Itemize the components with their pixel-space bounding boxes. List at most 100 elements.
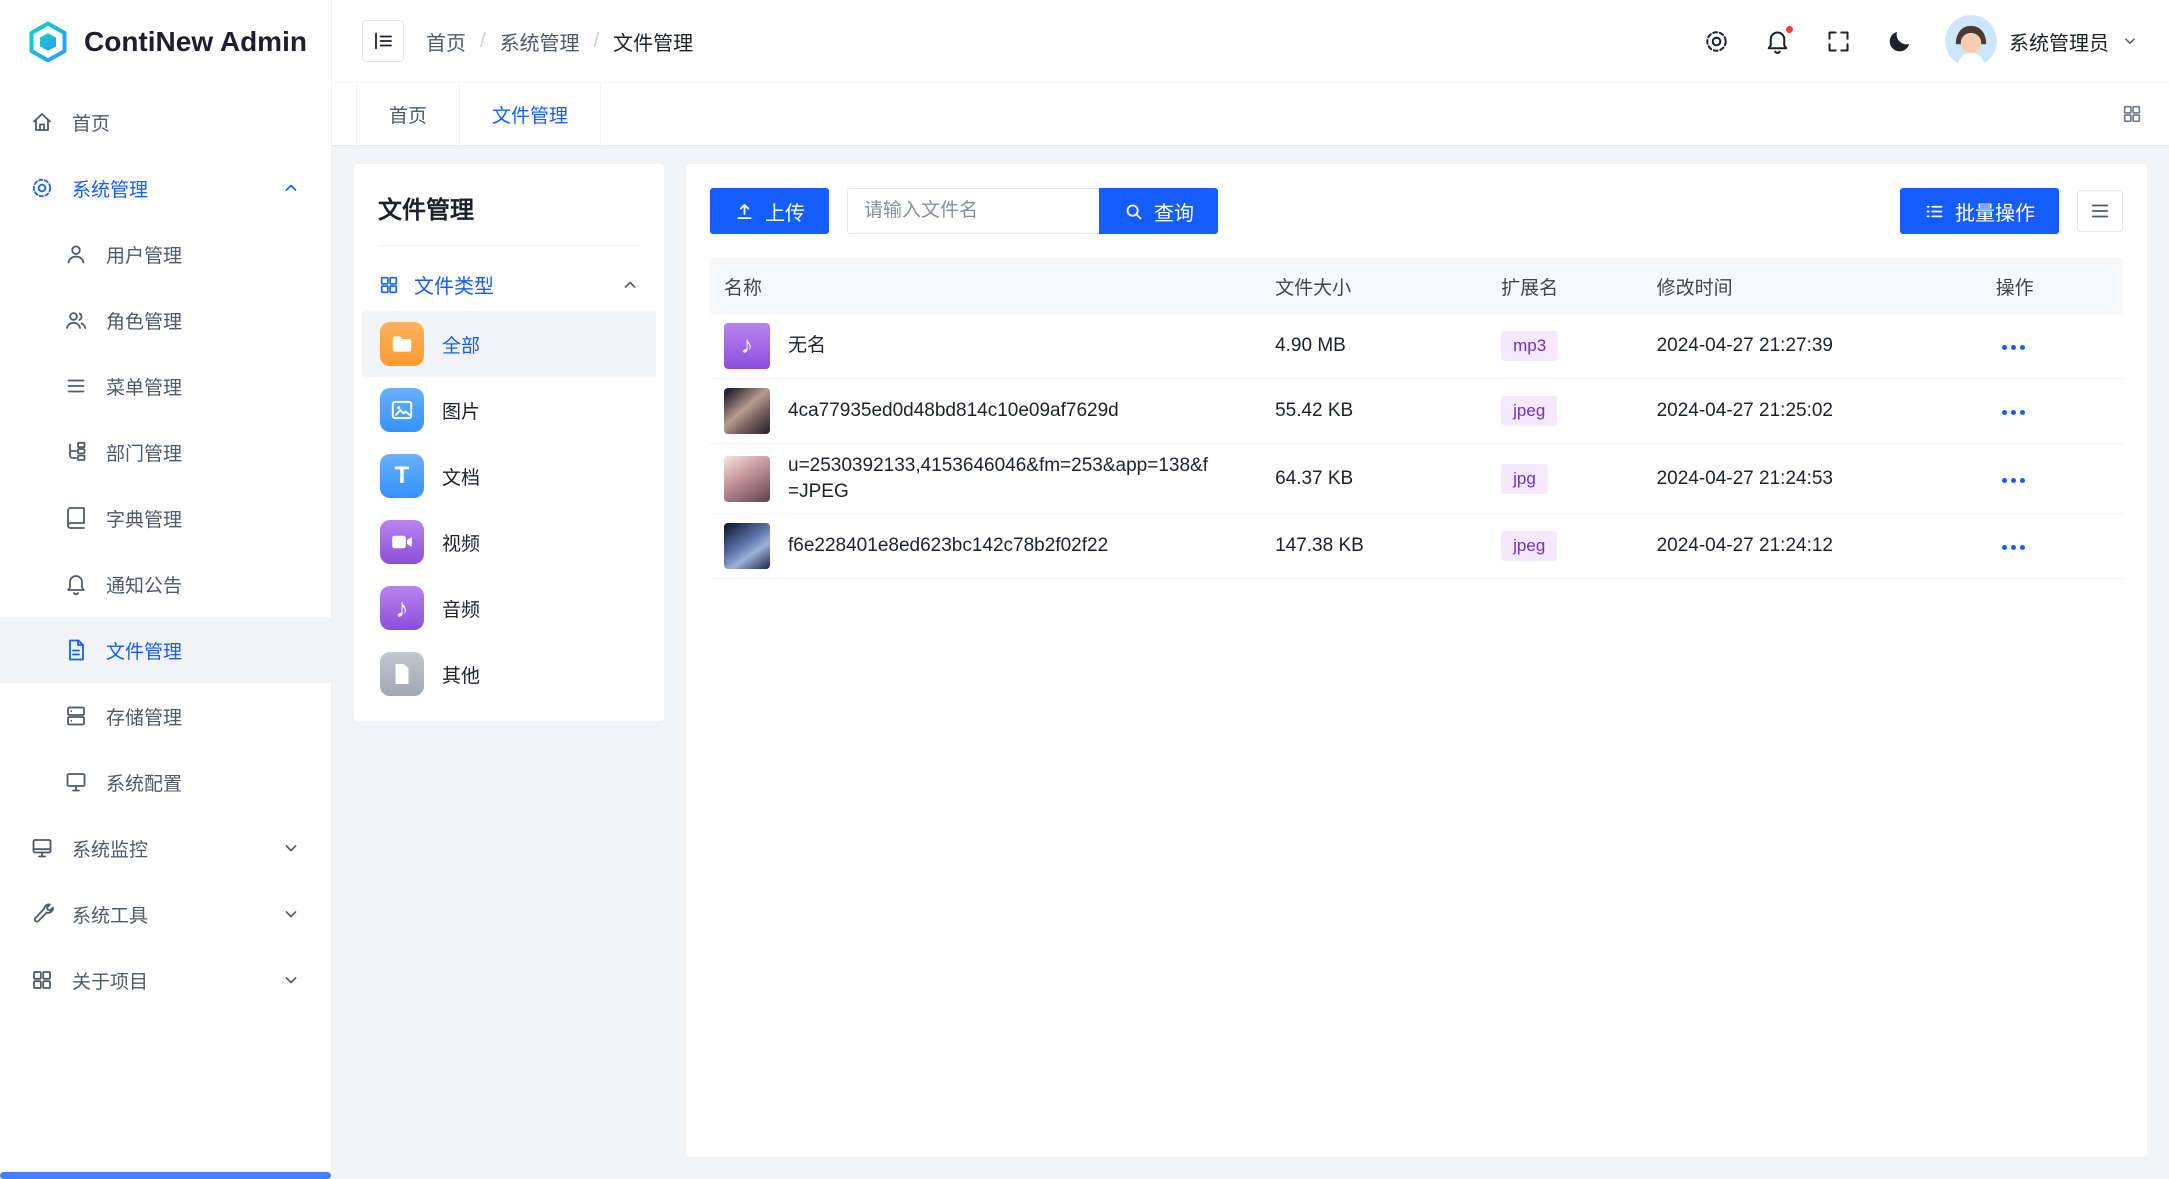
breadcrumb-separator: / [480,30,486,53]
file-type-audio[interactable]: ♪ 音频 [362,575,656,641]
sidebar-item-menus[interactable]: 菜单管理 [0,353,331,419]
notification-bell-icon[interactable] [1764,28,1791,55]
file-type-group-toggle[interactable]: 文件类型 [378,270,640,299]
monitor-pulse-icon [30,836,54,860]
sidebar-scrollbar[interactable] [0,1172,331,1179]
breadcrumb-item[interactable]: 系统管理 [500,27,580,56]
file-type-label: 文档 [442,463,480,490]
row-more-actions-icon[interactable] [1996,402,2031,423]
sidebar-item-storage[interactable]: 存储管理 [0,683,331,749]
gear-icon [30,176,54,200]
chevron-down-icon [281,904,301,924]
batch-operations-button[interactable]: 批量操作 [1900,188,2059,234]
upload-button-label: 上传 [765,197,805,226]
chevron-down-icon [281,970,301,990]
file-type-label: 全部 [442,331,480,358]
search-button[interactable]: 查询 [1099,188,1218,234]
row-more-actions-icon[interactable] [1996,537,2031,558]
table-row[interactable]: 4ca77935ed0d48bd814c10e09af7629d 55.42 K… [710,379,2123,444]
list-icon [64,374,88,398]
app-logo[interactable]: ContiNew Admin [0,0,331,83]
column-header-name: 名称 [710,258,1261,314]
batch-operations-label: 批量操作 [1955,197,2035,226]
table-row[interactable]: f6e228401e8ed623bc142c78b2f02f22 147.38 … [710,514,2123,579]
table-row[interactable]: u=2530392133,4153646046&fm=253&app=138&f… [710,444,2123,514]
tab-home[interactable]: 首页 [356,83,460,145]
sidebar-collapse-button[interactable] [362,20,404,62]
modified-time: 2024-04-27 21:27:39 [1643,314,1982,379]
user-name: 系统管理员 [2009,27,2109,56]
sidebar-item-system-tools[interactable]: 系统工具 [0,881,331,947]
file-name: u=2530392133,4153646046&fm=253&app=138&f… [788,453,1208,504]
file-type-all[interactable]: 全部 [362,311,656,377]
sidebar-item-about-project[interactable]: 关于项目 [0,947,331,1013]
file-icon [64,638,88,662]
column-header-size: 文件大小 [1261,258,1487,314]
modified-time: 2024-04-27 21:24:53 [1643,444,1982,514]
user-menu[interactable]: 系统管理员 [1945,15,2139,67]
file-generic-icon [380,652,424,696]
file-type-other[interactable]: 其他 [362,641,656,707]
tabbar: 首页 文件管理 [332,83,2169,146]
sidebar-item-system-management[interactable]: 系统管理 [0,155,331,221]
file-type-panel: 文件管理 文件类型 全部 图片 T 文档 [354,164,664,721]
sidebar-item-system-monitor[interactable]: 系统监控 [0,815,331,881]
logo-icon [26,20,70,64]
file-thumbnail [724,388,770,434]
file-thumbnail [724,456,770,502]
sidebar-item-roles[interactable]: 角色管理 [0,287,331,353]
file-name: 无名 [788,333,826,359]
users-icon [64,308,88,332]
search-group: 查询 [847,188,1218,234]
breadcrumb: 首页 / 系统管理 / 文件管理 [426,27,693,56]
sidebar-item-label: 首页 [72,109,110,136]
music-icon: ♪ [380,586,424,630]
sidebar-item-dictionary[interactable]: 字典管理 [0,485,331,551]
file-type-image[interactable]: 图片 [362,377,656,443]
video-icon [380,520,424,564]
file-type-label: 其他 [442,661,480,688]
table-header-row: 名称 文件大小 扩展名 修改时间 操作 [710,258,2123,314]
sidebar-item-notices[interactable]: 通知公告 [0,551,331,617]
extension-tag: jpeg [1501,531,1557,561]
upload-button[interactable]: 上传 [710,188,829,234]
breadcrumb-separator: / [594,30,600,53]
book-icon [64,506,88,530]
notification-badge [1784,24,1795,35]
modified-time: 2024-04-27 21:24:12 [1643,514,1982,579]
sidebar-item-label: 通知公告 [106,571,182,598]
sidebar-item-label: 菜单管理 [106,373,182,400]
tab-file-management[interactable]: 文件管理 [460,83,601,145]
file-size: 64.37 KB [1261,444,1487,514]
tab-actions-grid-icon[interactable] [2095,83,2169,145]
sidebar-item-files[interactable]: 文件管理 [0,617,331,683]
row-more-actions-icon[interactable] [1996,337,2031,358]
dark-mode-moon-icon[interactable] [1886,28,1913,55]
sidebar-item-label: 字典管理 [106,505,182,532]
file-size: 55.42 KB [1261,379,1487,444]
file-size: 147.38 KB [1261,514,1487,579]
breadcrumb-item[interactable]: 首页 [426,27,466,56]
sidebar-item-system-config[interactable]: 系统配置 [0,749,331,815]
bell-icon [64,572,88,596]
fullscreen-icon[interactable] [1825,28,1852,55]
search-icon [1123,201,1144,222]
extension-tag: jpeg [1501,396,1557,426]
sidebar-item-label: 关于项目 [72,967,148,994]
sidebar-item-home[interactable]: 首页 [0,89,331,155]
sidebar-item-label: 系统管理 [72,175,148,202]
sidebar-item-users[interactable]: 用户管理 [0,221,331,287]
file-type-document[interactable]: T 文档 [362,443,656,509]
table-row[interactable]: ♪无名 4.90 MB mp3 2024-04-27 21:27:39 [710,314,2123,379]
sidebar-menu: 首页 系统管理 用户管理 角色管理 菜单管理 [0,83,331,1179]
file-type-video[interactable]: 视频 [362,509,656,575]
home-icon [30,110,54,134]
main-column: 首页 / 系统管理 / 文件管理 系统管理员 首页 [332,0,2169,1179]
sidebar-item-departments[interactable]: 部门管理 [0,419,331,485]
search-input[interactable] [847,188,1099,234]
density-lines-icon [2089,200,2111,222]
file-name: 4ca77935ed0d48bd814c10e09af7629d [788,398,1119,424]
settings-gear-icon[interactable] [1703,28,1730,55]
row-more-actions-icon[interactable] [1996,470,2031,491]
table-density-button[interactable] [2077,190,2123,232]
